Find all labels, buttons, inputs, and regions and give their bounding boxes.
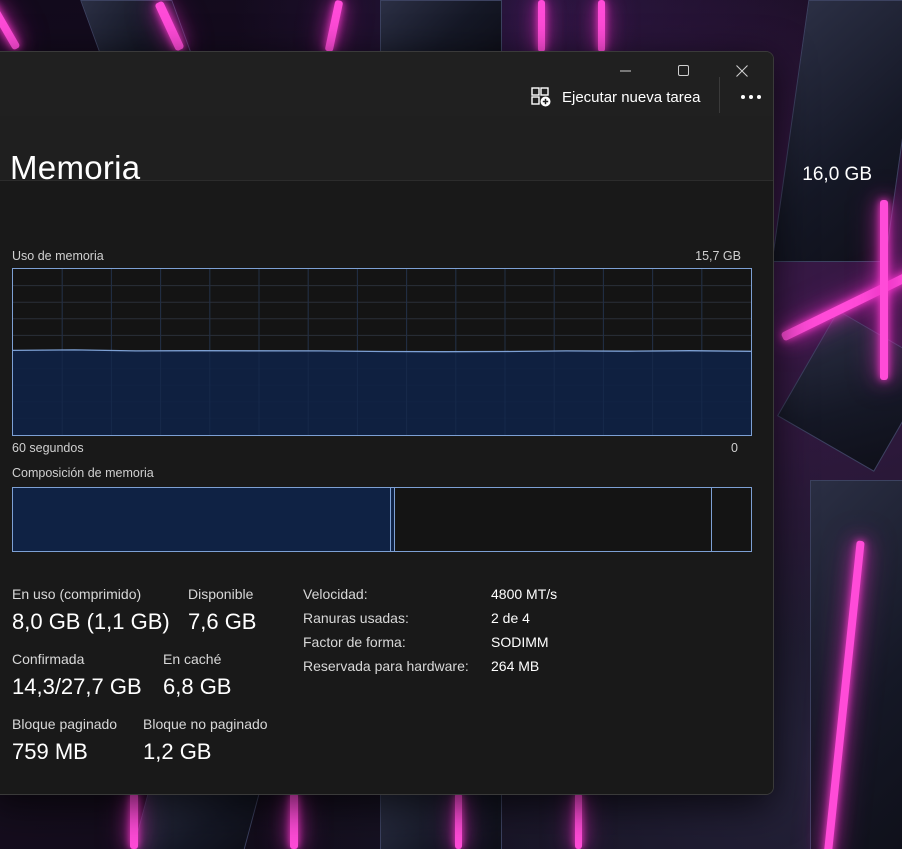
speed-value: 4800 MT/s	[491, 586, 558, 602]
form-factor-label: Factor de forma:	[303, 634, 406, 650]
time-axis-end-label: 0	[731, 441, 738, 455]
committed-value: 14,3/27,7 GB	[12, 674, 142, 699]
memory-composition-bar	[12, 487, 752, 552]
in-use-value: 8,0 GB (1,1 GB)	[12, 609, 170, 634]
composition-in-use-segment[interactable]	[13, 488, 391, 551]
memory-usage-max: 15,7 GB	[695, 249, 741, 263]
slots-used-label: Ranuras usadas:	[303, 610, 409, 626]
close-icon	[736, 65, 748, 77]
memory-usage-chart	[13, 269, 751, 435]
paged-pool-label: Bloque paginado	[12, 716, 118, 732]
committed-label: Confirmada	[12, 651, 85, 667]
cached-value: 6,8 GB	[163, 674, 232, 699]
run-new-task-label: Ejecutar nueva tarea	[562, 88, 701, 106]
more-options-button[interactable]	[732, 80, 770, 114]
time-axis-start-label: 60 segundos	[12, 441, 84, 455]
nonpaged-pool-value: 1,2 GB	[143, 739, 212, 764]
hardware-reserved-label: Reservada para hardware:	[303, 658, 469, 674]
speed-label: Velocidad:	[303, 586, 368, 602]
slots-used-value: 2 de 4	[491, 610, 530, 626]
run-new-task-button[interactable]: Ejecutar nueva tarea	[530, 80, 700, 114]
page-title: Memoria	[10, 149, 141, 186]
nonpaged-pool-label: Bloque no paginado	[143, 716, 268, 732]
memory-usage-label: Uso de memoria	[12, 249, 104, 263]
hardware-reserved-value: 264 MB	[491, 658, 540, 674]
memory-usage-area	[13, 349, 751, 435]
in-use-label: En uso (comprimido)	[12, 586, 142, 602]
maximize-icon	[678, 65, 689, 76]
available-value: 7,6 GB	[188, 609, 257, 634]
form-factor-value: SODIMM	[491, 634, 549, 650]
more-icon	[741, 95, 761, 99]
total-memory: 16,0 GB	[802, 164, 872, 185]
available-label: Disponible	[188, 586, 254, 602]
cached-label: En caché	[163, 651, 222, 667]
memory-composition-label: Composición de memoria	[12, 466, 154, 480]
memory-usage-graph	[12, 268, 752, 436]
paged-pool-value: 759 MB	[12, 739, 88, 764]
toolbar-divider	[719, 77, 720, 113]
composition-standby-segment[interactable]	[394, 488, 712, 551]
new-task-icon	[531, 87, 551, 107]
minimize-icon	[620, 70, 631, 72]
composition-free-segment[interactable]	[711, 488, 751, 551]
